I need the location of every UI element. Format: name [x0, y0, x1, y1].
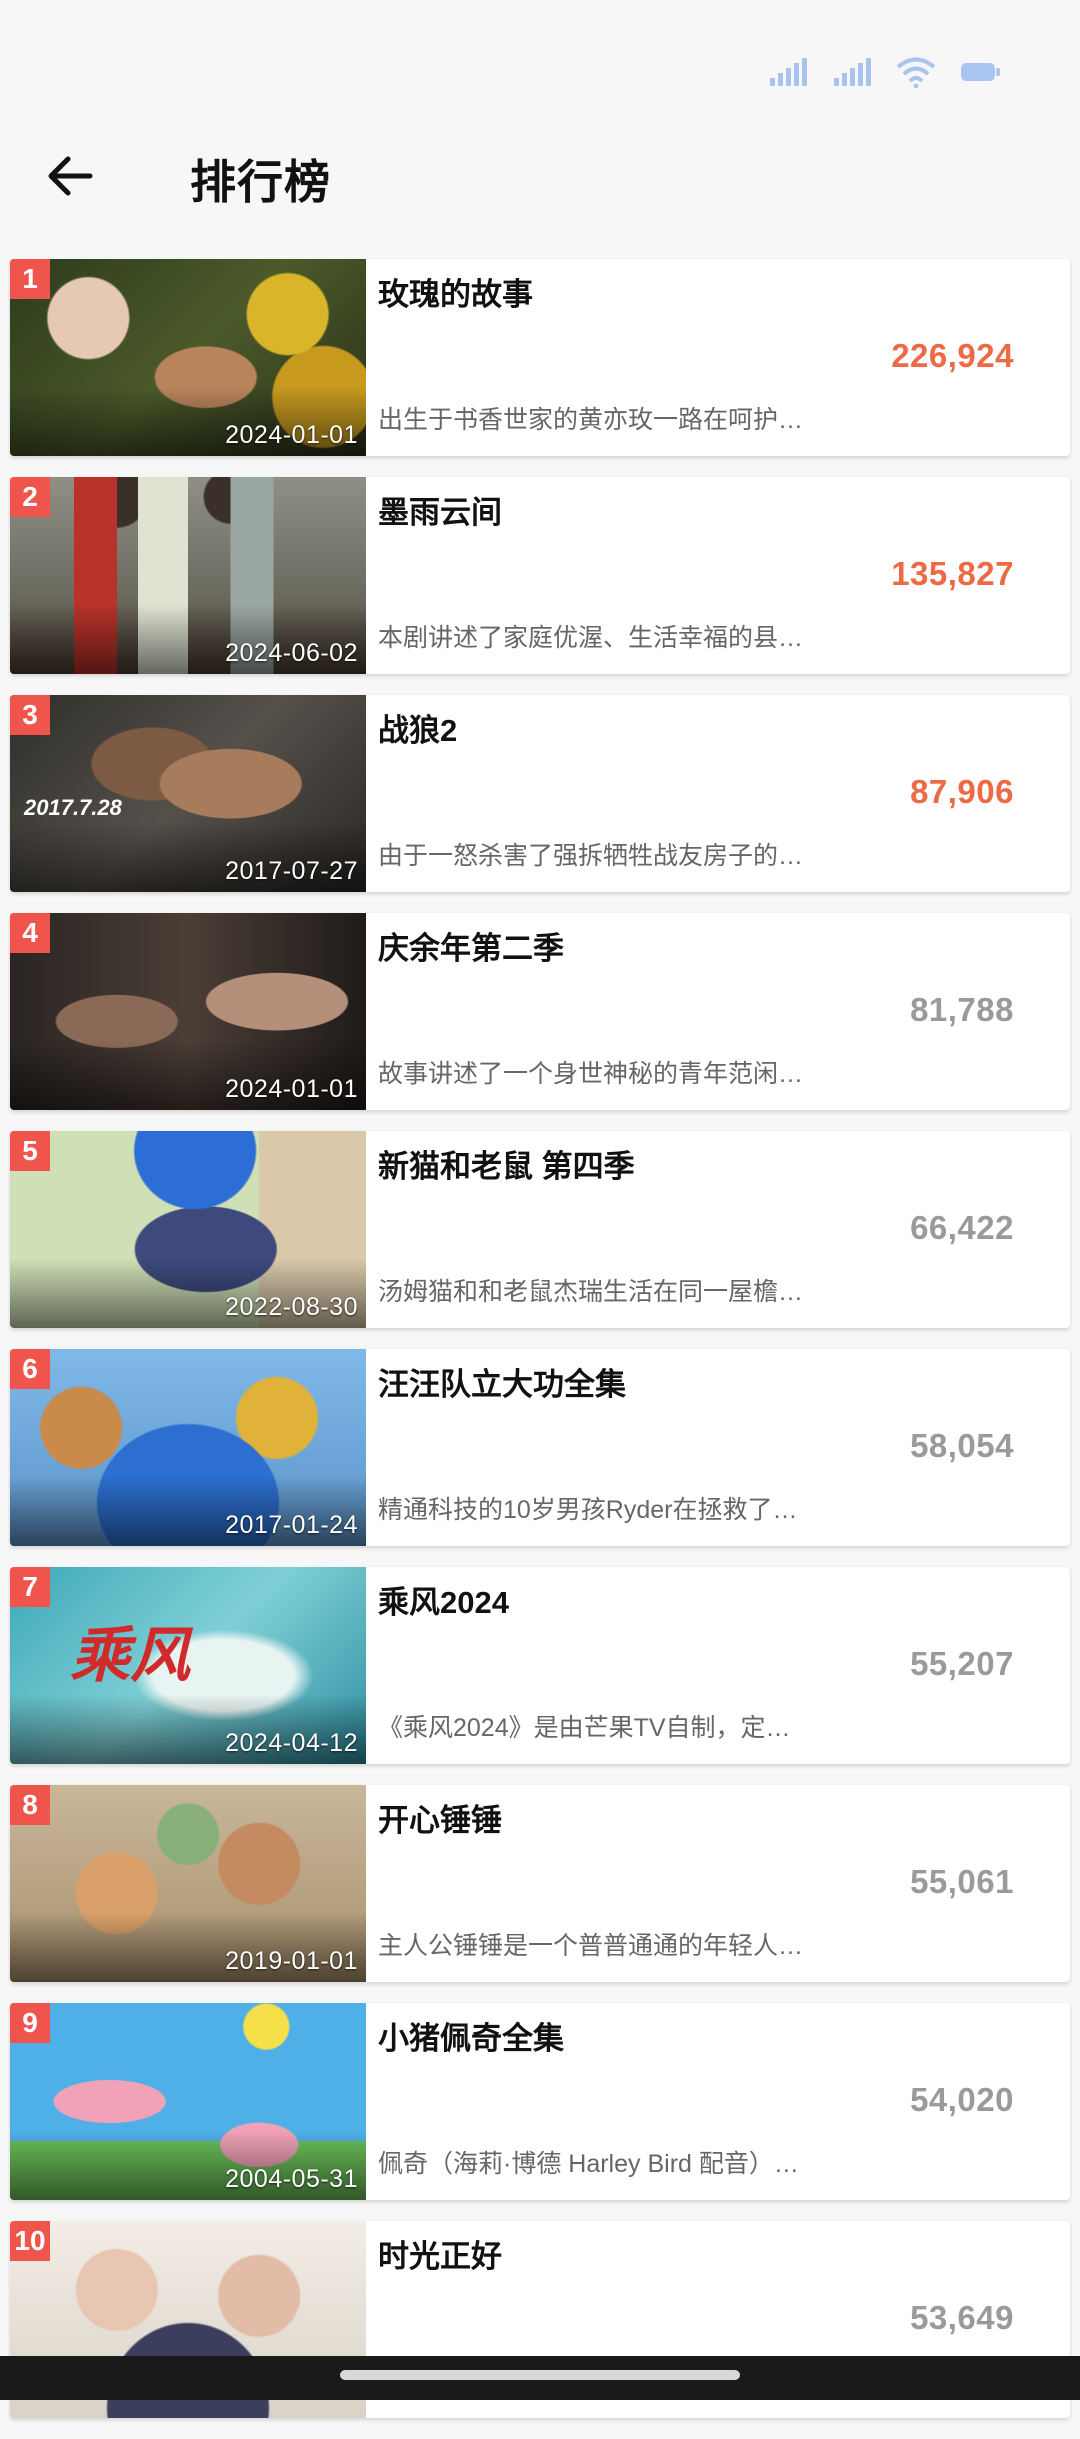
view-count: 54,020 [910, 2081, 1014, 2118]
view-count: 81,788 [910, 991, 1014, 1028]
wifi-icon [896, 57, 936, 88]
rank-badge: 8 [10, 1785, 50, 1825]
ranking-item-7[interactable]: 乘风 7 2024-04-12 乘风2024 55,207 《乘风2024》是由… [10, 1567, 1070, 1764]
status-bar [0, 0, 1080, 130]
release-date: 2024-01-01 [225, 1075, 358, 1103]
item-title: 庆余年第二季 [378, 931, 564, 966]
item-title: 小猪佩奇全集 [378, 2021, 564, 2056]
item-description: 精通科技的10岁男孩Ryder在拯救了… [378, 1496, 798, 1524]
item-description: 《乘风2024》是由芒果TV自制，定… [378, 1714, 791, 1742]
signal-icon [770, 58, 807, 86]
view-count: 55,061 [910, 1863, 1014, 1900]
signal-icon-2 [834, 58, 871, 86]
item-description: 出生于书香世家的黄亦玫一路在呵护… [378, 406, 804, 434]
poster-image: 2017.7.28 3 2017-07-27 [10, 695, 366, 892]
item-title: 乘风2024 [378, 1585, 509, 1620]
item-title: 玫瑰的故事 [378, 277, 533, 312]
ranking-item-9[interactable]: 9 2004-05-31 小猪佩奇全集 54,020 佩奇（海莉·博德 Harl… [10, 2003, 1070, 2200]
rank-badge: 10 [10, 2221, 50, 2261]
rank-badge: 5 [10, 1131, 50, 1171]
item-title: 新猫和老鼠 第四季 [378, 1149, 635, 1184]
page-title: 排行榜 [190, 156, 331, 208]
view-count: 53,649 [910, 2299, 1014, 2336]
ranking-item-1[interactable]: 1 2024-01-01 玫瑰的故事 226,924 出生于书香世家的黄亦玫一路… [10, 259, 1070, 456]
ranking-item-8[interactable]: 8 2019-01-01 开心锤锤 55,061 主人公锤锤是一个普普通通的年轻… [10, 1785, 1070, 1982]
ranking-list: 1 2024-01-01 玫瑰的故事 226,924 出生于书香世家的黄亦玫一路… [10, 259, 1070, 2439]
rank-badge: 2 [10, 477, 50, 517]
release-date: 2024-06-02 [225, 639, 358, 667]
home-indicator[interactable] [340, 2370, 740, 2380]
item-description: 佩奇（海莉·博德 Harley Bird 配音）… [378, 2150, 799, 2178]
poster-image: 6 2017-01-24 [10, 1349, 366, 1546]
view-count: 87,906 [910, 773, 1014, 810]
release-date: 2017-07-27 [225, 857, 358, 885]
poster-image: 1 2024-01-01 [10, 259, 366, 456]
release-date: 2017-01-24 [225, 1511, 358, 1539]
arrow-left-icon [48, 156, 93, 196]
rank-badge: 1 [10, 259, 50, 299]
view-count: 66,422 [910, 1209, 1014, 1246]
ranking-item-5[interactable]: 5 2022-08-30 新猫和老鼠 第四季 66,422 汤姆猫和和老鼠杰瑞生… [10, 1131, 1070, 1328]
rank-badge: 3 [10, 695, 50, 735]
poster-image: 8 2019-01-01 [10, 1785, 366, 1982]
item-title: 开心锤锤 [378, 1803, 502, 1838]
poster-image: 2 2024-06-02 [10, 477, 366, 674]
rank-badge: 9 [10, 2003, 50, 2043]
item-title: 汪汪队立大功全集 [378, 1367, 626, 1402]
poster-image: 4 2024-01-01 [10, 913, 366, 1110]
rank-badge: 6 [10, 1349, 50, 1389]
item-title: 战狼2 [378, 713, 458, 748]
ranking-item-3[interactable]: 2017.7.28 3 2017-07-27 战狼2 87,906 由于一怒杀害… [10, 695, 1070, 892]
poster-image: 5 2022-08-30 [10, 1131, 366, 1328]
gesture-nav-bar [0, 2356, 1080, 2400]
release-date: 2004-05-31 [225, 2165, 358, 2193]
item-description: 主人公锤锤是一个普普通通的年轻人… [378, 1932, 804, 1960]
release-date: 2019-01-01 [225, 1947, 358, 1975]
rank-badge: 4 [10, 913, 50, 953]
release-date: 2022-08-30 [225, 1293, 358, 1321]
item-title: 时光正好 [378, 2239, 502, 2274]
back-button[interactable] [40, 150, 100, 202]
view-count: 135,827 [891, 555, 1014, 592]
view-count: 55,207 [910, 1645, 1014, 1682]
ranking-item-6[interactable]: 6 2017-01-24 汪汪队立大功全集 58,054 精通科技的10岁男孩R… [10, 1349, 1070, 1546]
item-description: 本剧讲述了家庭优渥、生活幸福的县… [378, 624, 804, 652]
app-bar: 排行榜 [0, 140, 1080, 212]
view-count: 58,054 [910, 1427, 1014, 1464]
release-date: 2024-01-01 [225, 421, 358, 449]
ranking-item-2[interactable]: 2 2024-06-02 墨雨云间 135,827 本剧讲述了家庭优渥、生活幸福… [10, 477, 1070, 674]
ranking-item-4[interactable]: 4 2024-01-01 庆余年第二季 81,788 故事讲述了一个身世神秘的青… [10, 913, 1070, 1110]
battery-icon [961, 63, 1000, 81]
poster-image: 乘风 7 2024-04-12 [10, 1567, 366, 1764]
rank-badge: 7 [10, 1567, 50, 1607]
view-count: 226,924 [891, 337, 1014, 374]
item-title: 墨雨云间 [378, 495, 502, 530]
item-description: 汤姆猫和和老鼠杰瑞生活在同一屋檐… [378, 1278, 804, 1306]
item-description: 由于一怒杀害了强拆牺牲战友房子的… [378, 842, 804, 870]
release-date: 2024-04-12 [225, 1729, 358, 1757]
poster-image: 9 2004-05-31 [10, 2003, 366, 2200]
item-description: 故事讲述了一个身世神秘的青年范闲… [378, 1060, 804, 1088]
status-icons [768, 56, 1002, 88]
